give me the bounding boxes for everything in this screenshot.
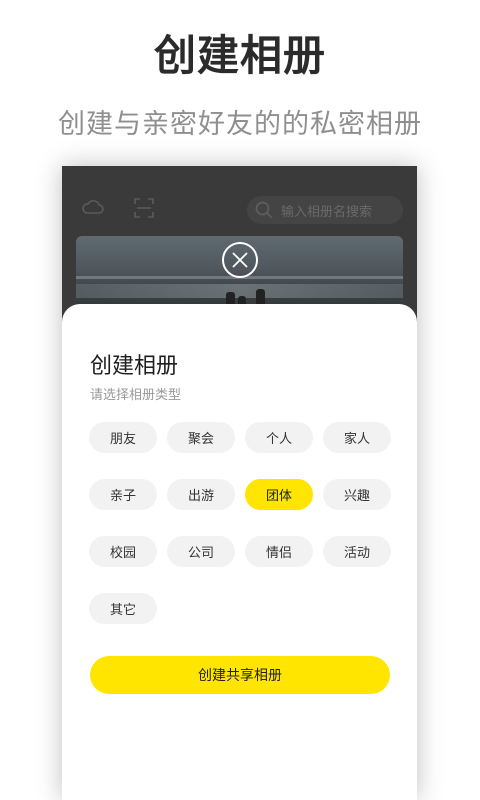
type-chip-company[interactable]: 公司 (167, 536, 235, 567)
type-chip-group[interactable]: 团体 (245, 479, 313, 510)
type-chip-other[interactable]: 其它 (89, 593, 157, 624)
search-input[interactable]: 输入相册名搜索 (247, 196, 403, 224)
scan-icon[interactable] (134, 198, 154, 218)
type-chip-party[interactable]: 聚会 (167, 422, 235, 453)
close-icon (232, 252, 248, 268)
type-chip-parent-child[interactable]: 亲子 (89, 479, 157, 510)
type-chip-hobby[interactable]: 兴趣 (323, 479, 391, 510)
type-chip-event[interactable]: 活动 (323, 536, 391, 567)
search-placeholder: 输入相册名搜索 (281, 205, 373, 220)
sheet-subtitle: 请选择相册类型 (90, 388, 182, 403)
type-chip-couple[interactable]: 情侣 (245, 536, 313, 567)
close-button[interactable] (222, 242, 258, 278)
hero-subtitle: 创建与亲密好友的的私密相册 (58, 109, 422, 140)
search-icon (255, 201, 273, 219)
type-chip-travel[interactable]: 出游 (167, 479, 235, 510)
create-shared-album-button[interactable]: 创建共享相册 (90, 656, 390, 694)
type-chip-personal[interactable]: 个人 (245, 422, 313, 453)
type-chip-friends[interactable]: 朋友 (89, 422, 157, 453)
app-topbar: 输入相册名搜索 (62, 166, 417, 234)
sheet-title: 创建相册 (90, 354, 179, 379)
type-chip-family[interactable]: 家人 (323, 422, 391, 453)
create-album-sheet: 创建相册 请选择相册类型 朋友 聚会 个人 家人 亲子 出游 团体 兴趣 校园 … (62, 304, 417, 800)
hero-title: 创建相册 (153, 31, 326, 80)
type-chip-campus[interactable]: 校园 (89, 536, 157, 567)
cloud-icon[interactable] (82, 198, 104, 214)
